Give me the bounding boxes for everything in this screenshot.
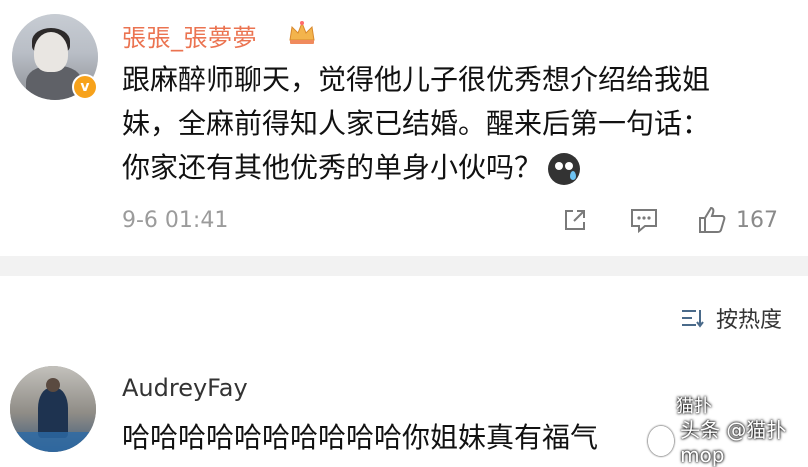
repost-button[interactable] — [560, 202, 590, 238]
like-button[interactable]: 167 — [696, 202, 778, 238]
comment-icon — [631, 209, 657, 234]
reply-user-avatar[interactable] — [10, 366, 96, 452]
post-actions: 167 — [0, 202, 808, 242]
section-divider — [0, 256, 808, 276]
verified-badge-icon: v — [72, 74, 98, 100]
post-username[interactable]: 張張_張夢夢 — [122, 18, 257, 53]
crying-face-icon — [548, 153, 581, 185]
sort-by-popularity-button[interactable]: 按热度 — [680, 302, 782, 334]
watermark: 头条 @猫扑mop — [648, 414, 808, 467]
crown-icon — [289, 21, 315, 44]
reply-username[interactable]: AudreyFay — [122, 374, 248, 402]
post-text-line: 妹，全麻前得知人家已结婚。醒来后第一句话： — [122, 107, 711, 140]
sort-icon — [681, 310, 704, 328]
watermark-text: 头条 @猫扑mop — [680, 418, 787, 467]
reply-text: 哈哈哈哈哈哈哈哈哈哈你姐妹真有福气 — [122, 421, 599, 454]
comment-button[interactable] — [628, 202, 660, 238]
watermark-logo-icon — [648, 425, 675, 456]
sort-label: 按热度 — [715, 308, 782, 333]
like-count: 167 — [736, 207, 778, 233]
post-text: 跟麻醉师聊天，觉得他儿子很优秀想介绍给我姐 妹，全麻前得知人家已结婚。醒来后第一… — [122, 58, 792, 190]
post-text-line3: 你家还有其他优秀的单身小伙吗？ — [122, 151, 543, 184]
thumbs-up-icon — [699, 206, 726, 233]
weibo-post: v 張張_張夢夢 跟麻醉师聊天，觉得他儿子很优秀想介绍给我姐 妹，全麻前得知人家… — [0, 0, 808, 256]
post-text-line: 跟麻醉师聊天，觉得他儿子很优秀想介绍给我姐 — [122, 63, 711, 96]
share-icon — [565, 210, 585, 230]
post-text-line: 你家还有其他优秀的单身小伙吗？ — [122, 146, 792, 190]
